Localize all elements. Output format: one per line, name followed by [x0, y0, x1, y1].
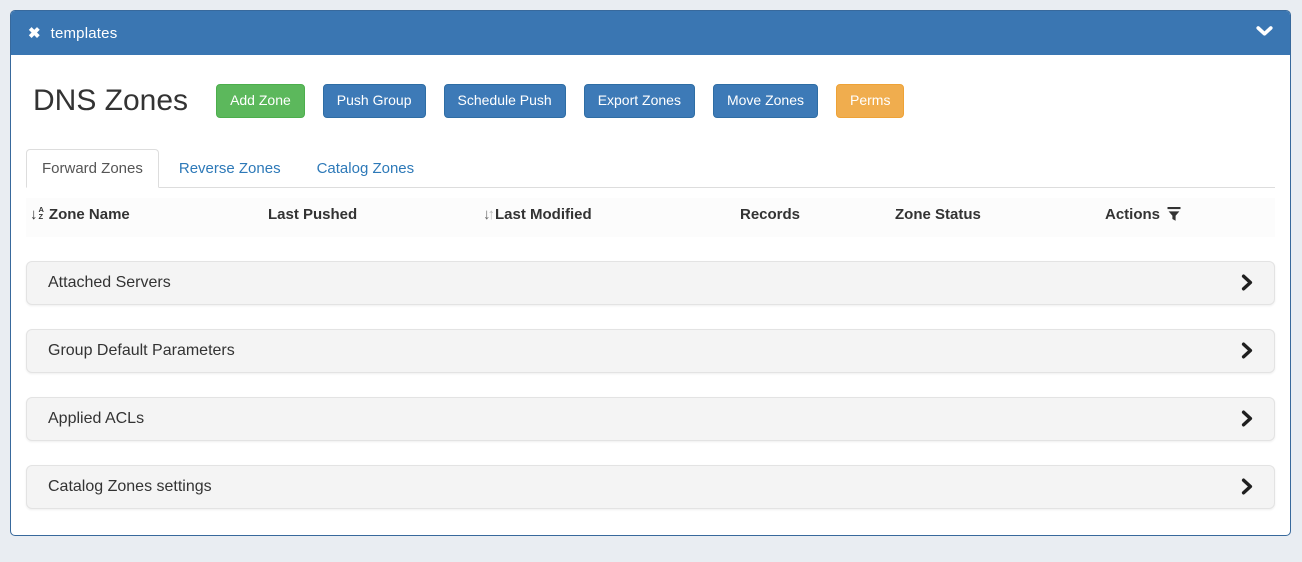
schedule-push-button[interactable]: Schedule Push: [443, 84, 566, 118]
sort-up-down-icon[interactable]: [483, 206, 492, 223]
column-header-zone-name[interactable]: Zone Name: [26, 206, 268, 223]
accordion-group-default-parameters[interactable]: Group Default Parameters: [26, 328, 1275, 373]
title-row: DNS Zones Add Zone Push Group Schedule P…: [26, 84, 1275, 118]
accordion-attached-servers[interactable]: Attached Servers: [26, 260, 1275, 305]
panel-header: ✖ templates: [11, 11, 1290, 55]
chevron-right-icon: [1241, 478, 1253, 495]
zones-table-header: Zone Name Last Pushed Last Modified Reco…: [26, 197, 1275, 237]
tab-reverse-zones[interactable]: Reverse Zones: [163, 149, 297, 188]
accordion-label: Catalog Zones settings: [48, 477, 212, 495]
move-zones-button[interactable]: Move Zones: [712, 84, 818, 118]
column-label: Zone Name: [48, 205, 130, 223]
accordion-applied-acls[interactable]: Applied ACLs: [26, 396, 1275, 441]
page-title: DNS Zones: [33, 83, 189, 117]
column-header-zone-status[interactable]: Zone Status: [895, 206, 1105, 223]
accordion-label: Applied ACLs: [48, 409, 145, 427]
column-label: Actions: [1105, 205, 1161, 223]
filter-icon[interactable]: [1167, 206, 1181, 222]
tab-forward-zones[interactable]: Forward Zones: [26, 148, 159, 188]
sort-alpha-down-icon[interactable]: [30, 206, 44, 223]
accordion-label: Group Default Parameters: [48, 341, 235, 359]
collapse-panel-button[interactable]: [1256, 24, 1273, 42]
column-header-last-modified[interactable]: Last Modified: [483, 206, 740, 223]
column-header-records[interactable]: Records: [740, 206, 895, 223]
chevron-right-icon: [1241, 274, 1253, 291]
column-header-actions[interactable]: Actions: [1105, 206, 1275, 223]
zone-tabs: Forward Zones Reverse Zones Catalog Zone…: [26, 148, 1275, 188]
column-label: Last Modified: [495, 205, 592, 223]
add-zone-button[interactable]: Add Zone: [216, 84, 305, 118]
chevron-right-icon: [1241, 410, 1253, 427]
column-label: Records: [740, 205, 801, 223]
close-icon[interactable]: ✖: [28, 26, 41, 41]
push-group-button[interactable]: Push Group: [322, 84, 426, 118]
accordion-catalog-zones-settings[interactable]: Catalog Zones settings: [26, 464, 1275, 509]
perms-button[interactable]: Perms: [836, 84, 905, 118]
accordion-label: Attached Servers: [48, 273, 171, 291]
export-zones-button[interactable]: Export Zones: [583, 84, 695, 118]
panel-body: DNS Zones Add Zone Push Group Schedule P…: [11, 84, 1290, 509]
tab-catalog-zones[interactable]: Catalog Zones: [301, 149, 431, 188]
panel-title: templates: [50, 24, 118, 42]
chevron-down-icon: [1256, 24, 1273, 42]
chevron-right-icon: [1241, 342, 1253, 359]
column-label: Zone Status: [895, 205, 981, 223]
column-header-last-pushed[interactable]: Last Pushed: [268, 206, 483, 223]
templates-panel: ✖ templates DNS Zones Add Zone Push Grou…: [10, 10, 1291, 536]
column-label: Last Pushed: [268, 205, 358, 223]
